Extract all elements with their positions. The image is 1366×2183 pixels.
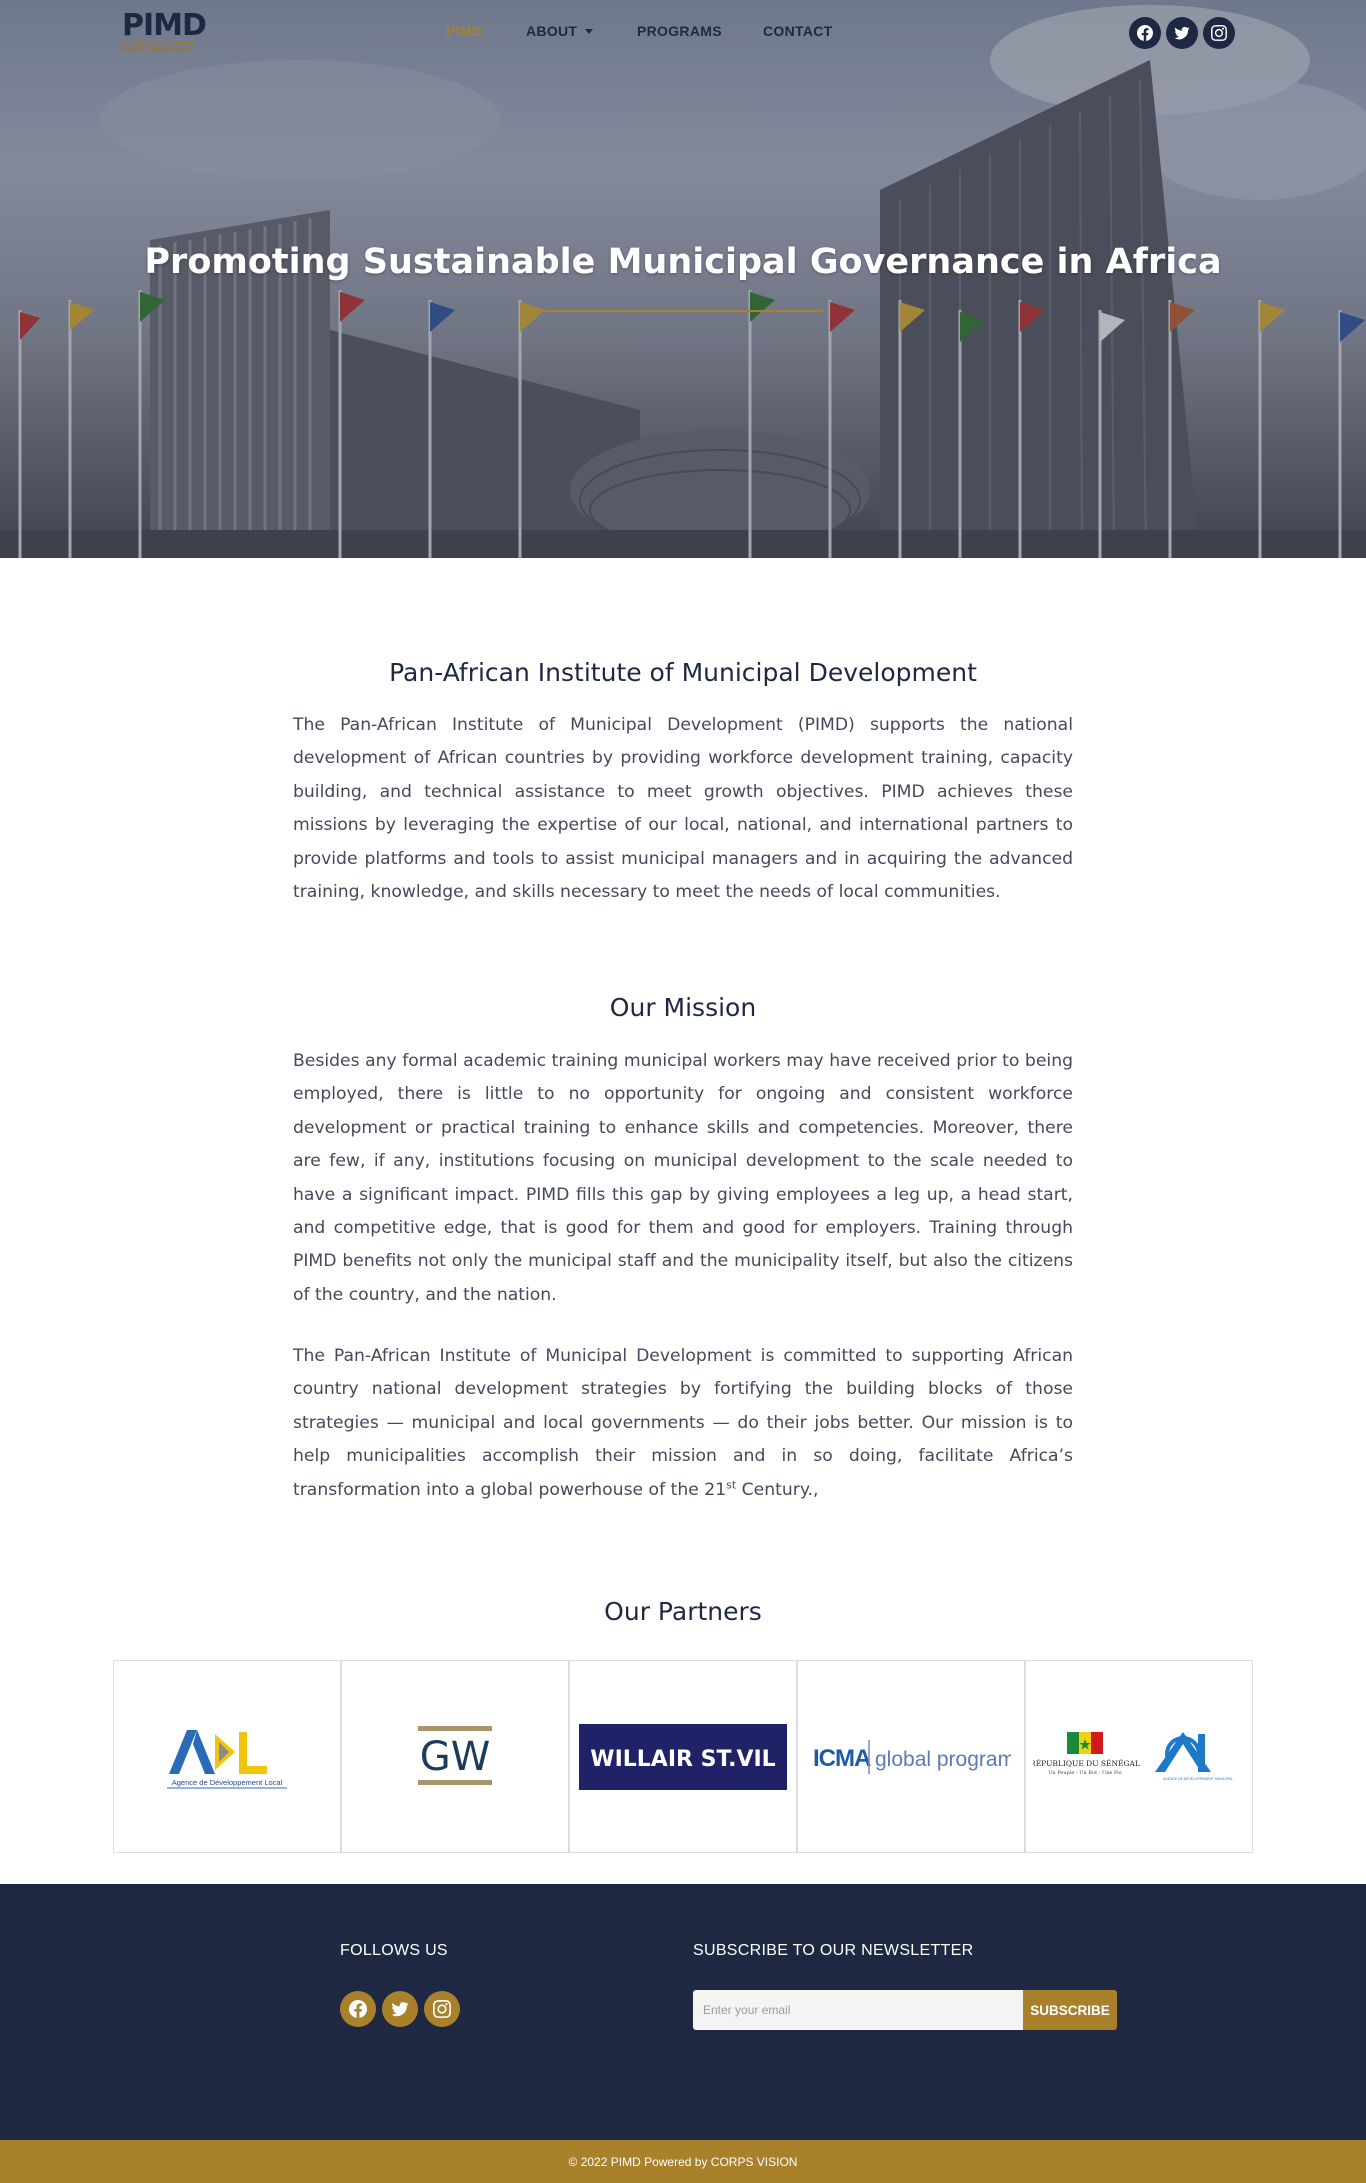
mission-paragraph-2-text: The Pan-African Institute of Municipal D… [293, 1346, 1073, 1500]
logo-text: PIMD [122, 8, 207, 43]
follow-us-heading: FOLLOWS US [340, 1942, 448, 1959]
adl-logo: Agence de Développement Local [167, 1729, 287, 1788]
copyright-text: © 2022 PIMD Powered by CORPS VISION [568, 2154, 798, 2169]
instagram-icon[interactable] [424, 1991, 460, 2027]
copyright-bar: © 2022 PIMD Powered by CORPS VISION [0, 2140, 1366, 2183]
mission-heading: Our Mission [609, 993, 757, 1022]
gw-text: GW [420, 1734, 491, 1780]
superscript-st: st [726, 1477, 737, 1491]
partner-logo-gw[interactable]: GW [341, 1660, 569, 1853]
facebook-icon[interactable] [340, 1991, 376, 2027]
instagram-icon[interactable] [1203, 17, 1235, 49]
about-heading: Pan-African Institute of Municipal Devel… [389, 658, 977, 687]
nav-item-programs[interactable]: PROGRAMS [637, 23, 722, 39]
header-social-links [1129, 17, 1235, 49]
hero-divider [543, 310, 823, 312]
gw-logo: GW [418, 1725, 492, 1785]
adl-caption: Agence de Développement Local [172, 1778, 283, 1787]
newsletter-heading: SUBSCRIBE TO OUR NEWSLETTER [693, 1942, 974, 1959]
senegal-motto: Un Peuple - Un But - Une Foi [1048, 1770, 1122, 1776]
facebook-icon[interactable] [1129, 17, 1161, 49]
partner-logo-willair[interactable]: WILLAIR ST.VIL [569, 1660, 797, 1853]
partner-logo-senegal[interactable]: RÉPUBLIQUE DU SÉNÉGAL Un Peuple - Un But… [1025, 1660, 1253, 1853]
about-text: The Pan-African Institute of Municipal D… [293, 715, 1073, 903]
icma-subtext: global programs [875, 1748, 1011, 1771]
senegal-adm-logo: RÉPUBLIQUE DU SÉNÉGAL Un Peuple - Un But… [1033, 1731, 1233, 1781]
willair-text: WILLAIR ST.VIL [590, 1747, 775, 1772]
willair-logo: WILLAIR ST.VIL [579, 1723, 787, 1790]
site-logo[interactable]: PIMD PAN-AFRICAN INSTITUTE OF MUNICIPAL … [122, 10, 222, 56]
logo-subtitle: PAN-AFRICAN INSTITUTE OF MUNICIPAL DEVEL… [122, 42, 195, 54]
hero-title: Promoting Sustainable Municipal Governan… [144, 242, 1222, 282]
footer-social-links [340, 1991, 460, 2027]
senegal-text: RÉPUBLIQUE DU SÉNÉGAL [1033, 1759, 1140, 1768]
partners-heading: Our Partners [604, 1597, 762, 1626]
nav-item-about[interactable]: ABOUT [526, 23, 594, 39]
email-input[interactable] [693, 1990, 1023, 2030]
hero-banner: PIMD PAN-AFRICAN INSTITUTE OF MUNICIPAL … [0, 0, 1366, 558]
partner-logo-icma[interactable]: ICMA global programs [797, 1660, 1025, 1853]
footer: FOLLOWS US SUBSCRIBE TO OUR NEWSLETTER S… [0, 1884, 1366, 2140]
partners-grid: Agence de Développement Local GW WILLAIR… [113, 1660, 1253, 1853]
nav-item-contact[interactable]: CONTACT [763, 23, 833, 39]
icma-logo: ICMA global programs [813, 1739, 1011, 1774]
newsletter-form: SUBSCRIBE [693, 1990, 1117, 2030]
top-navigation: PIMD PAN-AFRICAN INSTITUTE OF MUNICIPAL … [0, 0, 1366, 66]
nav-item-about-label: ABOUT [526, 23, 578, 39]
adm-caption: AGENCE DE DÉVELOPPEMENT MUNICIPAL [1163, 1776, 1233, 1781]
twitter-icon[interactable] [1166, 17, 1198, 49]
mission-paragraph-2: The Pan-African Institute of Municipal D… [293, 1340, 1073, 1507]
icma-text: ICMA [813, 1745, 871, 1772]
mission-paragraph-2-end: Century., [736, 1479, 819, 1500]
nav-item-pimd[interactable]: PIMD [446, 23, 482, 39]
twitter-icon[interactable] [382, 1991, 418, 2027]
partner-logo-adl[interactable]: Agence de Développement Local [113, 1660, 341, 1853]
chevron-down-icon [585, 28, 594, 34]
mission-paragraph-1: Besides any formal academic training mun… [293, 1051, 1073, 1305]
subscribe-button[interactable]: SUBSCRIBE [1023, 1990, 1117, 2030]
